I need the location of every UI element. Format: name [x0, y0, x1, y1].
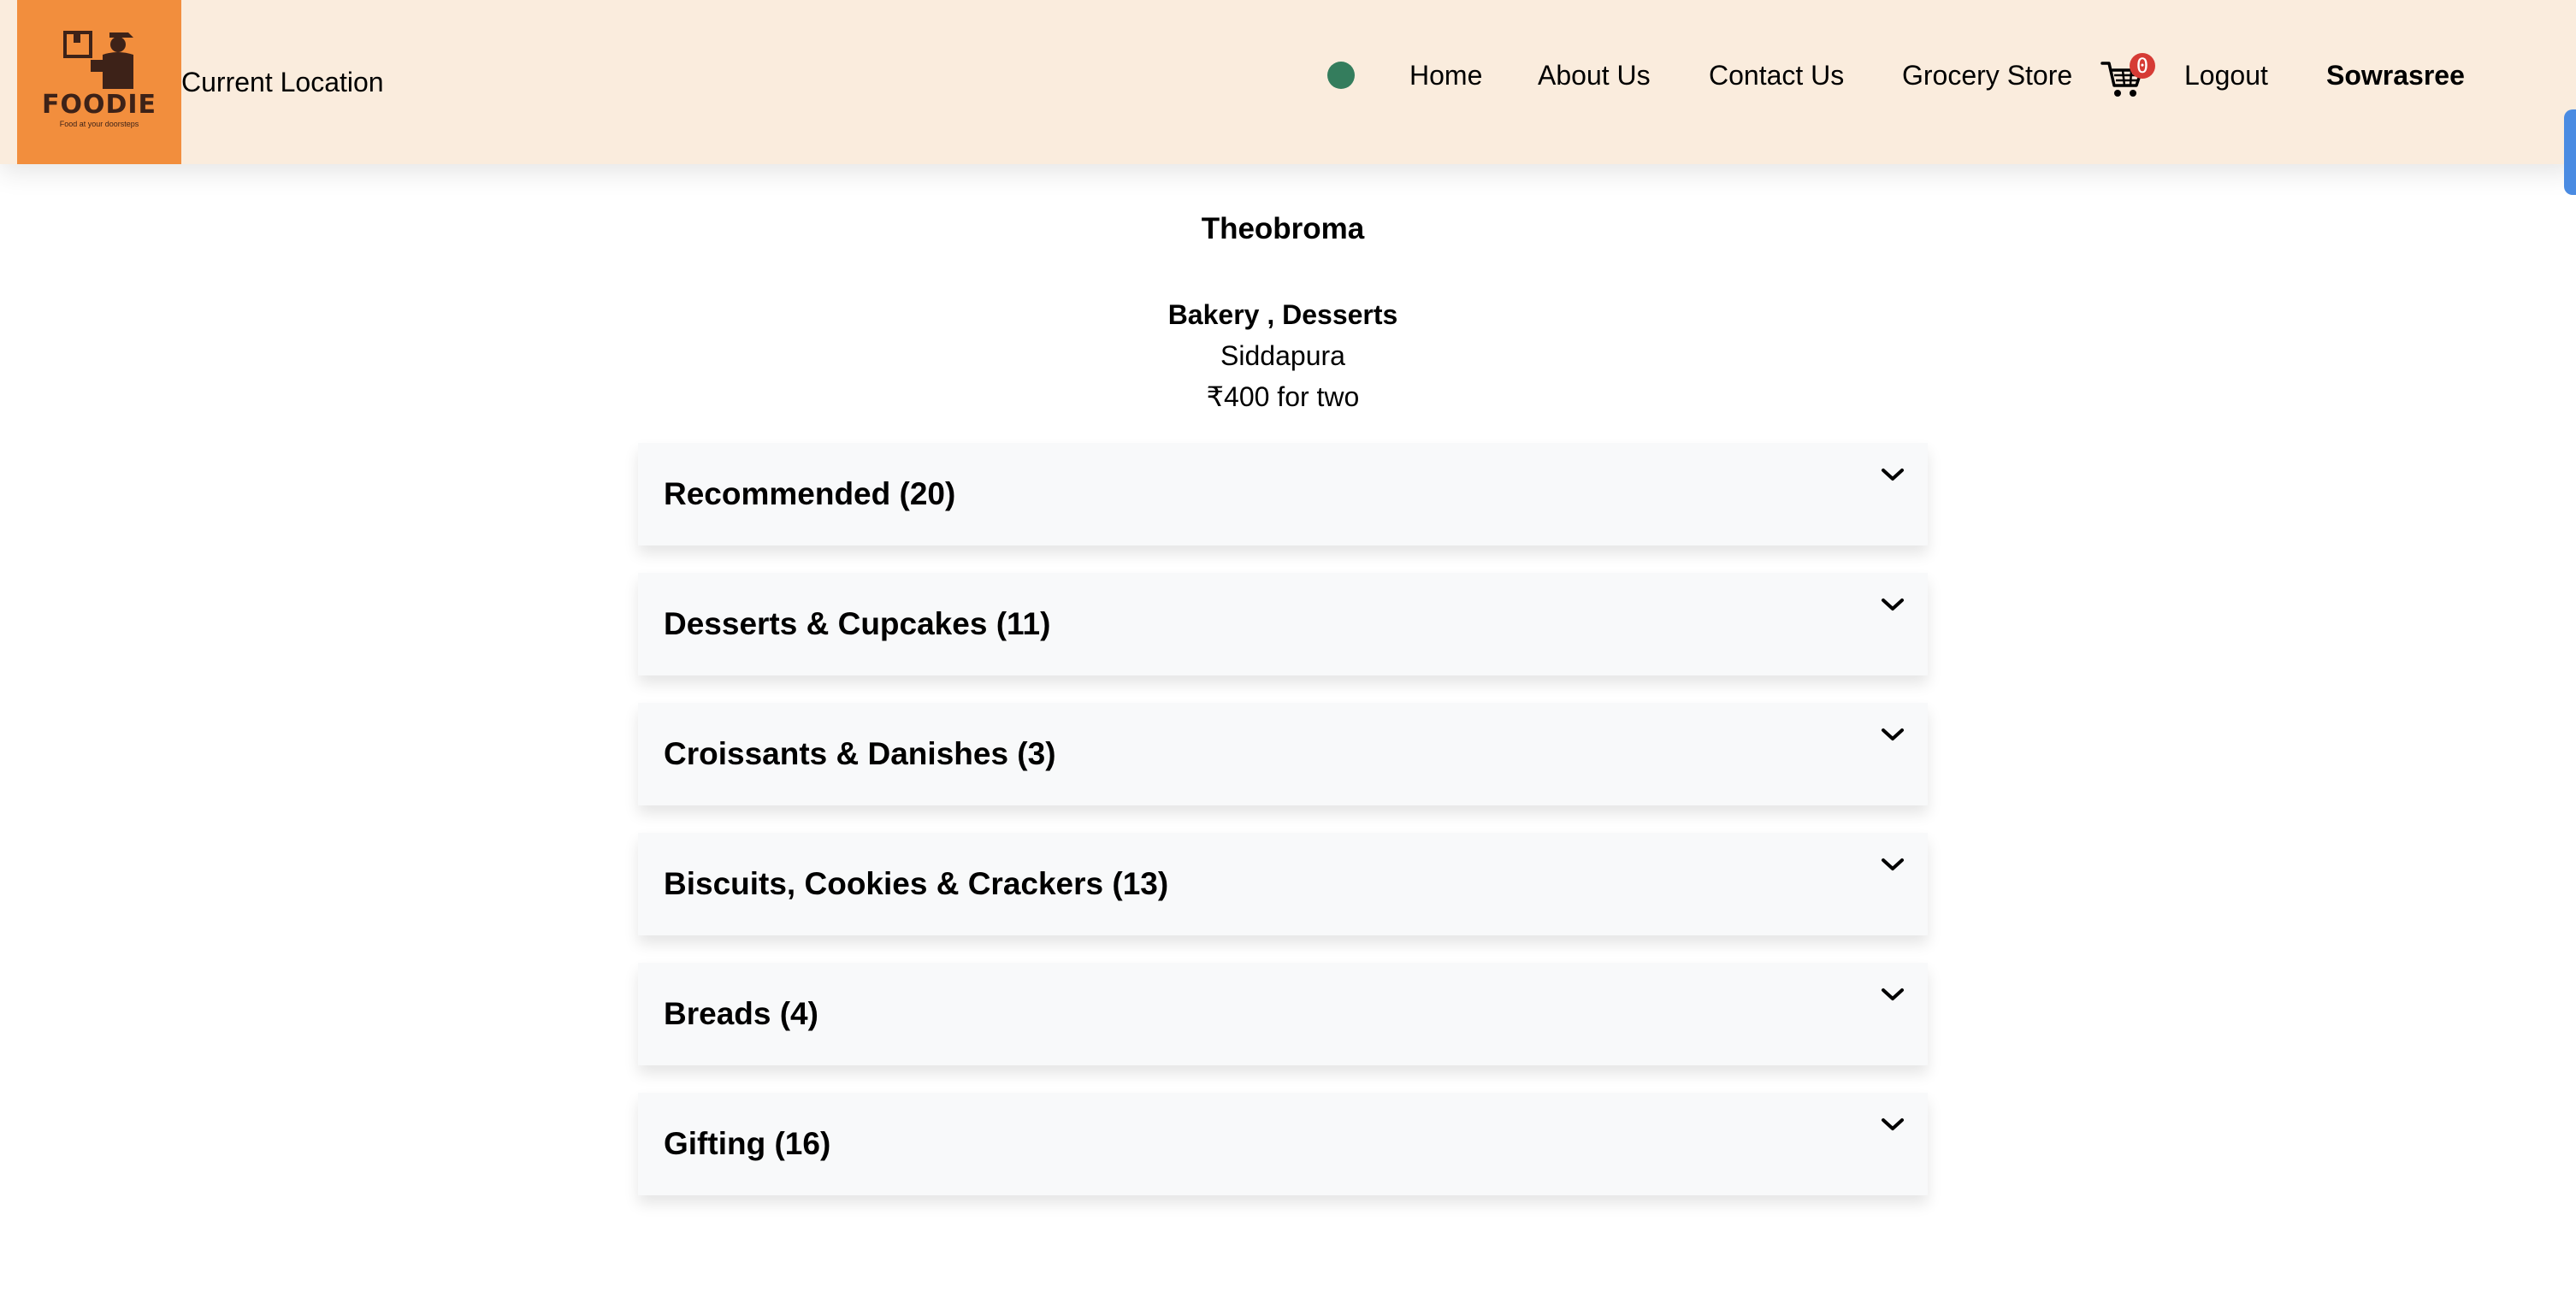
chevron-down-icon	[1882, 599, 1904, 610]
side-feedback-tab[interactable]	[2564, 109, 2576, 195]
menu-category-header[interactable]: Biscuits, Cookies & Crackers (13)	[638, 833, 1928, 935]
menu-category-title: Croissants & Danishes (3)	[664, 736, 1056, 771]
restaurant-cost-for-two: ₹400 for two	[1206, 381, 1360, 412]
menu-category-title: Desserts & Cupcakes (11)	[664, 606, 1051, 641]
menu-category-title: Gifting (16)	[664, 1126, 831, 1161]
restaurant-name: Theobroma	[1201, 212, 1365, 245]
chevron-down-icon	[1882, 728, 1904, 740]
nav-home-link[interactable]: Home	[1409, 58, 1482, 92]
chevron-down-icon	[1882, 858, 1904, 870]
logo-wordmark: FOODIE	[41, 90, 157, 120]
chevron-down-icon	[1882, 1118, 1904, 1130]
cart-button[interactable]: 0	[2100, 53, 2155, 103]
delivery-person-icon	[63, 31, 133, 89]
nav-about-link[interactable]: About Us	[1538, 58, 1651, 92]
menu-category-accordion: Recommended (20) Desserts & Cupcakes (11…	[638, 443, 1928, 1223]
menu-category-title: Biscuits, Cookies & Crackers (13)	[664, 866, 1169, 901]
cart-count-badge: 0	[2130, 53, 2155, 79]
menu-category-title: Breads (4)	[664, 996, 818, 1031]
online-status-indicator	[1327, 62, 1355, 89]
logo-tagline: Food at your doorsteps	[59, 120, 139, 128]
current-location-link[interactable]: Current Location	[181, 65, 384, 99]
menu-category-header[interactable]: Recommended (20)	[638, 443, 1928, 545]
nav-contact-link[interactable]: Contact Us	[1709, 58, 1844, 92]
user-name: Sowrasree	[2326, 60, 2465, 91]
logout-link[interactable]: Logout	[2184, 58, 2268, 92]
menu-category-header[interactable]: Breads (4)	[638, 963, 1928, 1065]
chevron-down-icon	[1882, 469, 1904, 481]
menu-category-header[interactable]: Gifting (16)	[638, 1093, 1928, 1195]
foodie-logo[interactable]: FOODIE Food at your doorsteps	[17, 0, 181, 164]
restaurant-cuisines: Bakery , Desserts	[1167, 299, 1398, 330]
nav-grocery-link[interactable]: Grocery Store	[1902, 58, 2072, 92]
menu-category-header[interactable]: Croissants & Danishes (3)	[638, 703, 1928, 805]
menu-category-header[interactable]: Desserts & Cupcakes (11)	[638, 573, 1928, 675]
restaurant-area: Siddapura	[1220, 340, 1345, 371]
menu-category-title: Recommended (20)	[664, 476, 956, 511]
chevron-down-icon	[1882, 988, 1904, 1000]
top-navbar: FOODIE Food at your doorsteps Current Lo…	[0, 0, 2576, 164]
